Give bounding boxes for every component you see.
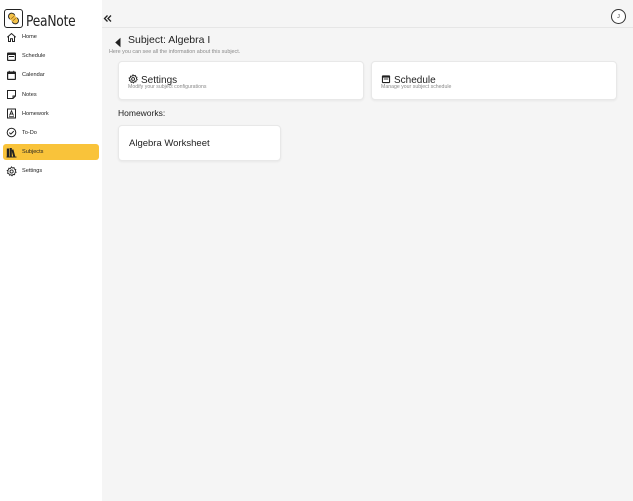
page-subtitle: Here you can see all the information abo… (109, 49, 241, 55)
main-content: J Subject: Algebra I Here you can see al… (102, 0, 633, 501)
sidebar-item-settings[interactable]: Settings (3, 163, 99, 179)
peanut-logo-icon (4, 8, 23, 28)
collapse-sidebar-icon[interactable] (103, 10, 112, 22)
sidebar-item-label: Schedule (22, 53, 46, 60)
sidebar-item-todo[interactable]: To-Do (3, 125, 99, 141)
sidebar-item-label: Subjects (22, 149, 44, 156)
sidebar-item-label: Home (22, 34, 37, 40)
notes-icon (6, 89, 17, 100)
sidebar-item-home[interactable]: Home (3, 29, 99, 45)
sidebar-item-homework[interactable]: Homework (3, 106, 99, 122)
page-title: Subject: Algebra I (128, 34, 211, 46)
page-header: Subject: Algebra I (114, 34, 211, 47)
homeworks-section-title: Homeworks: (118, 108, 166, 118)
homework-icon (6, 108, 17, 119)
sidebar-item-subjects[interactable]: Subjects (3, 144, 99, 161)
schedule-icon (6, 51, 17, 62)
sidebar-nav: Home Schedule Calendar Notes Homework To… (3, 29, 99, 183)
user-avatar[interactable]: J (611, 9, 626, 24)
sidebar-item-notes[interactable]: Notes (3, 87, 99, 103)
sidebar-item-label: Homework (22, 110, 49, 117)
top-bar: J (102, 0, 633, 28)
todo-check-icon (6, 127, 17, 138)
gear-icon (6, 165, 17, 177)
back-arrow-icon[interactable] (114, 35, 122, 47)
subjects-icon (6, 147, 17, 158)
sidebar-item-label: Notes (22, 91, 37, 98)
settings-card[interactable]: Settings Modify your subject configurati… (118, 61, 364, 100)
calendar-icon (6, 70, 17, 81)
schedule-card[interactable]: Schedule Manage your subject schedule (371, 61, 617, 100)
settings-card-description: Modify your subject configurations (128, 84, 207, 90)
sidebar-item-label: Settings (22, 168, 43, 175)
sidebar-item-label: Calendar (22, 72, 45, 79)
app-logo[interactable]: PeaNote (4, 6, 86, 30)
homework-card-title: Algebra Worksheet (129, 138, 210, 149)
home-icon (6, 32, 17, 43)
sidebar-item-schedule[interactable]: Schedule (3, 48, 99, 64)
sidebar: PeaNote Home Schedule Calendar Notes Hom… (0, 0, 102, 501)
sidebar-item-calendar[interactable]: Calendar (3, 67, 99, 83)
sidebar-item-label: To-Do (22, 129, 37, 136)
schedule-card-description: Manage your subject schedule (381, 84, 452, 90)
homework-card[interactable]: Algebra Worksheet (118, 125, 281, 161)
app-name: PeaNote (26, 12, 76, 30)
